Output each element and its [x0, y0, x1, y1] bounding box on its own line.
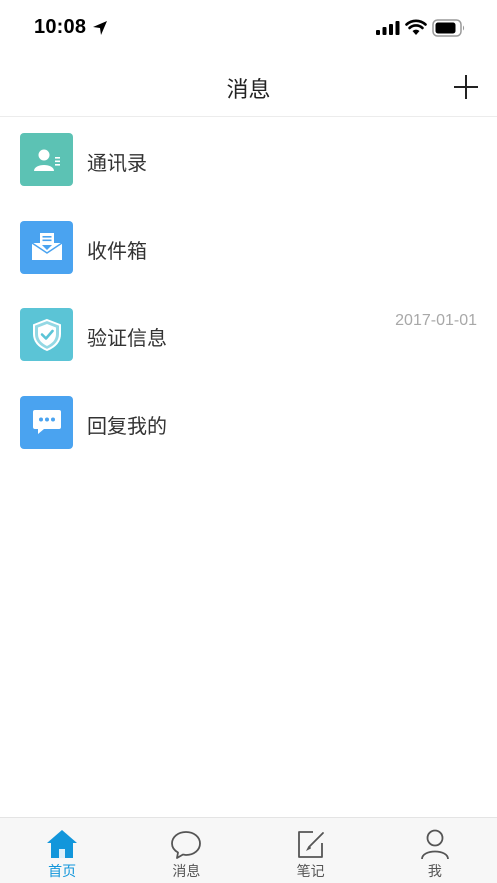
note-edit-icon	[297, 831, 324, 858]
wifi-icon	[405, 19, 427, 35]
battery-icon	[432, 19, 465, 37]
tab-label: 笔记	[296, 864, 325, 880]
list-item-label: 收件箱	[87, 238, 147, 263]
message-icon	[171, 831, 202, 859]
message-list: 通讯录 收件箱 验证信息 2017-01-01 回复我的	[0, 117, 497, 467]
status-bar: 10:08	[0, 0, 497, 56]
list-item-date: 2017-01-01	[395, 312, 477, 329]
home-icon	[47, 830, 78, 858]
tab-bar: 首页 消息 笔记 我	[0, 817, 497, 883]
tab-label: 我	[427, 864, 442, 880]
user-icon	[420, 829, 449, 860]
tab-label: 首页	[48, 864, 77, 880]
list-item-label: 回复我的	[87, 413, 167, 438]
location-arrow-icon	[93, 21, 107, 35]
list-item-replies[interactable]: 回复我的	[0, 380, 497, 468]
inbox-icon	[20, 220, 73, 274]
page-title: 消息	[226, 78, 271, 103]
tab-notes[interactable]: 笔记	[249, 818, 373, 883]
shield-check-icon	[20, 308, 73, 361]
list-item-contacts[interactable]: 通讯录	[0, 117, 497, 205]
contacts-icon	[20, 133, 73, 186]
chat-bubble-icon	[20, 395, 73, 449]
tab-label: 消息	[172, 864, 201, 880]
tab-messages[interactable]: 消息	[124, 818, 248, 883]
list-item-inbox[interactable]: 收件箱	[0, 205, 497, 293]
status-time: 10:08	[34, 16, 87, 38]
tab-home[interactable]: 首页	[0, 818, 124, 883]
list-item-label: 通讯录	[87, 151, 147, 175]
list-item-label: 验证信息	[87, 326, 167, 350]
signal-icon	[376, 21, 400, 35]
nav-bar: 消息	[0, 56, 497, 117]
tab-me[interactable]: 我	[373, 818, 497, 883]
add-button[interactable]	[451, 72, 481, 102]
list-item-verification[interactable]: 验证信息 2017-01-01	[0, 292, 497, 380]
plus-icon	[454, 75, 478, 99]
screen: 10:08 消息 通讯录 收件箱 验证信息 2017-01-01 回复我的 首页…	[0, 0, 497, 883]
